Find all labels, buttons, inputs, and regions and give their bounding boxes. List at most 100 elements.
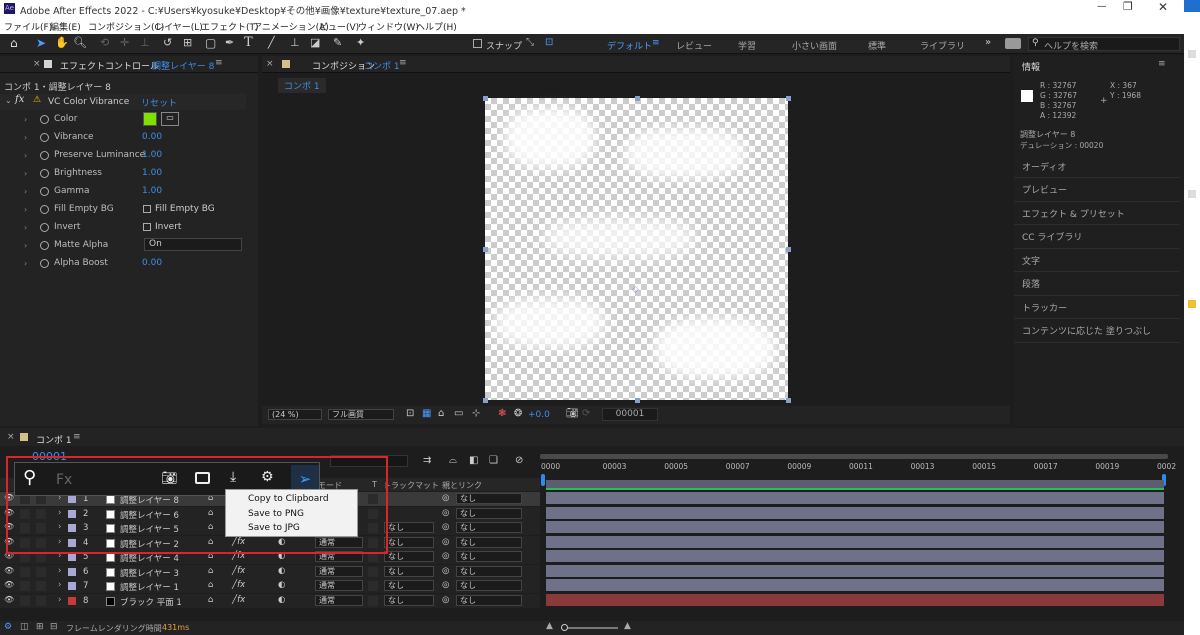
layer-expand-chevron[interactable]: ›	[58, 595, 61, 605]
close-window-button[interactable]: ✕	[1158, 0, 1168, 14]
anchor-tool-icon[interactable]: ✛	[120, 36, 129, 49]
color-swatch[interactable]	[143, 112, 157, 126]
lock-toggle[interactable]	[36, 581, 46, 591]
preserve-transparency-toggle[interactable]	[368, 581, 378, 591]
parent-dropdown[interactable]: なし	[456, 493, 522, 504]
footer-icon-3[interactable]: ⊞	[36, 622, 44, 632]
behind-icon[interactable]: ⊞	[183, 36, 192, 49]
panel-section[interactable]: CC ライブラリ	[1014, 226, 1180, 249]
property-expand-chevron[interactable]: ›	[24, 259, 27, 268]
adjustment-layer-icon[interactable]: ◐	[278, 566, 285, 576]
parent-dropdown[interactable]: なし	[456, 551, 522, 562]
comp-panel-menu-icon[interactable]: ≡	[399, 58, 407, 68]
motion-blur-icon[interactable]: ⊘	[515, 455, 523, 466]
rotate-tool-icon[interactable]: ⟲	[100, 36, 109, 49]
track-matte-dropdown[interactable]: なし	[384, 522, 434, 533]
home-icon[interactable]: ⌂	[10, 36, 18, 50]
property-value[interactable]: 0.00	[142, 258, 162, 268]
workspace-small-screen[interactable]: 小さい画面	[792, 39, 837, 52]
property-expand-chevron[interactable]: ›	[24, 133, 27, 142]
comp-mini-flowchart-icon[interactable]: ⇉	[423, 455, 431, 466]
stopwatch-icon[interactable]	[40, 186, 49, 196]
parent-pickwhip-icon[interactable]: ◎	[442, 537, 449, 547]
selection-tool-icon[interactable]: ➤	[36, 36, 46, 50]
preserve-transparency-toggle[interactable]	[368, 566, 378, 577]
solo-toggle[interactable]	[20, 581, 30, 591]
stopwatch-icon[interactable]	[40, 258, 49, 268]
exposure-icon[interactable]: ❂	[514, 408, 522, 419]
label-color-swatch[interactable]	[68, 553, 76, 561]
pin-tool-icon[interactable]: ⊥	[140, 36, 150, 49]
snap-option-icon[interactable]: ⤡	[526, 37, 534, 48]
property-expand-chevron[interactable]: ›	[24, 241, 27, 250]
property-expand-chevron[interactable]: ›	[24, 223, 27, 232]
playhead-marker[interactable]	[541, 474, 545, 486]
layer-row[interactable]: 👁︎ › 6 調整レイヤー 3 ⌂ ╱fx ◐ 通常 なし ◎ なし	[0, 564, 540, 579]
menu-window[interactable]: ウィンドウ(W)	[358, 20, 419, 33]
label-color-swatch[interactable]	[68, 596, 76, 605]
parent-pickwhip-icon[interactable]: ◎	[442, 551, 449, 561]
snap-grid-icon[interactable]: ⊡	[545, 37, 553, 48]
comp-timecode[interactable]: 00001	[602, 408, 658, 421]
shy-icon[interactable]: ⌂	[208, 580, 213, 590]
track-matte-dropdown[interactable]: なし	[384, 580, 434, 591]
solo-toggle[interactable]	[20, 595, 30, 606]
stopwatch-icon[interactable]	[40, 240, 49, 250]
panel-menu-icon[interactable]: ≡	[215, 58, 223, 68]
timeline-close-tab-icon[interactable]: ×	[7, 432, 15, 442]
property-expand-chevron[interactable]: ›	[24, 151, 27, 160]
property-value[interactable]: 0.00	[142, 132, 162, 142]
zoom-tool-icon[interactable]: 🔍︎	[73, 36, 87, 49]
lock-toggle[interactable]	[36, 595, 46, 606]
region-icon[interactable]: ⊡	[406, 408, 414, 419]
stopwatch-icon[interactable]	[40, 114, 49, 124]
panel-section[interactable]: 文字	[1014, 249, 1180, 272]
layer-duration-bar[interactable]	[546, 550, 1164, 562]
visibility-eye-icon[interactable]: 👁︎	[4, 580, 14, 589]
menu-save-png[interactable]: Save to PNG	[248, 509, 304, 519]
rectangle-tool-icon[interactable]: ▢	[205, 36, 216, 50]
preserve-transparency-toggle[interactable]	[368, 595, 378, 606]
parent-dropdown[interactable]: なし	[456, 522, 522, 533]
solo-toggle[interactable]	[20, 566, 30, 577]
parent-pickwhip-icon[interactable]: ◎	[442, 522, 449, 532]
image-icon[interactable]	[195, 472, 210, 484]
layer-expand-chevron[interactable]: ›	[58, 580, 61, 590]
comp-canvas[interactable]: ◇	[485, 98, 788, 400]
quality-dropdown[interactable]: フル画質	[328, 409, 394, 420]
panel-section[interactable]: エフェクト & プリセット	[1014, 202, 1180, 225]
parent-pickwhip-icon[interactable]: ◎	[442, 493, 449, 503]
guides-icon[interactable]: ▭	[454, 408, 463, 419]
shy-layers-icon[interactable]: ◧	[469, 455, 478, 466]
menu-effect[interactable]: エフェクト(T)	[201, 20, 259, 33]
footer-icon-2[interactable]: ◫	[20, 622, 29, 632]
transform-handle[interactable]	[786, 398, 791, 403]
layer-row[interactable]: 👁︎ › 7 調整レイヤー 1 ⌂ ╱fx ◐ 通常 なし ◎ なし	[0, 579, 540, 593]
workspace-menu-icon[interactable]: ≡	[652, 38, 660, 48]
transform-handle[interactable]	[483, 96, 488, 101]
fx-search-placeholder[interactable]: Fx	[56, 472, 72, 488]
workspace-learn[interactable]: 学習	[738, 39, 756, 52]
exposure-value[interactable]: +0.0	[528, 410, 550, 420]
puppet-tool-icon[interactable]: ✦	[356, 36, 365, 49]
fx-switch-icon[interactable]: ╱fx	[232, 566, 245, 576]
shy-icon[interactable]: ⌂	[208, 595, 213, 605]
layer-duration-bar[interactable]	[546, 579, 1164, 591]
stopwatch-icon[interactable]	[40, 222, 49, 232]
transform-handle[interactable]	[483, 247, 488, 252]
undo-orbit-icon[interactable]: ↺	[163, 36, 172, 49]
visibility-eye-icon[interactable]: 👁︎	[4, 595, 14, 604]
channel-icon[interactable]: ❃	[498, 408, 506, 419]
layer-name[interactable]: 調整レイヤー 3	[120, 567, 179, 579]
property-value[interactable]: 1.00	[142, 168, 162, 178]
parent-dropdown[interactable]: なし	[456, 565, 522, 577]
camera-icon[interactable]: 📷︎	[161, 471, 178, 486]
track-matte-dropdown[interactable]: なし	[384, 594, 434, 606]
track-matte-dropdown[interactable]: なし	[384, 536, 434, 548]
transparency-grid-icon[interactable]: ▦	[422, 408, 431, 419]
property-checkbox[interactable]	[143, 223, 151, 231]
close-tab-icon[interactable]: ×	[33, 59, 41, 69]
property-value[interactable]: 1.00	[142, 150, 162, 160]
minimize-button[interactable]: —	[1097, 1, 1107, 12]
timeline-tab[interactable]: コンポ 1	[36, 433, 72, 446]
